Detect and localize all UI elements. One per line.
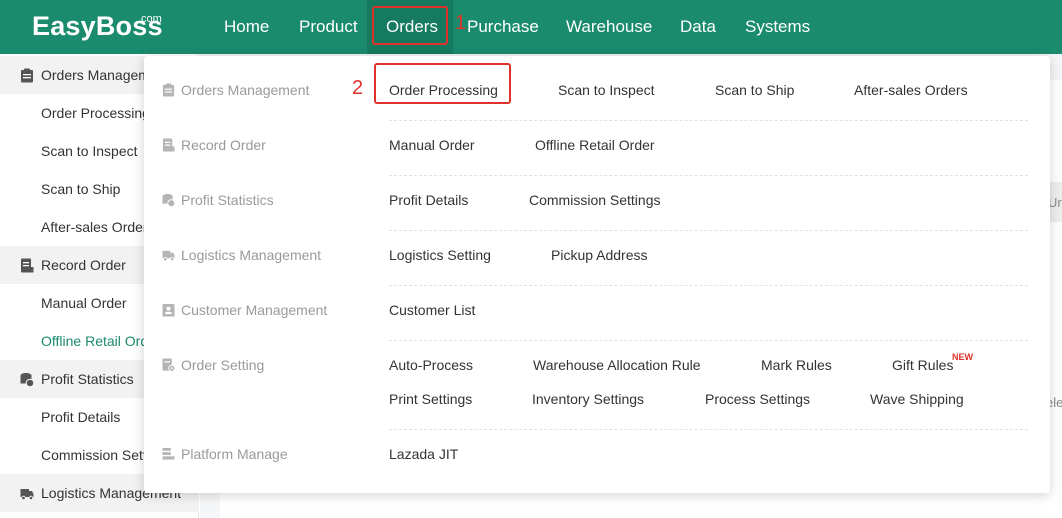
orders-dropdown-menu: Orders Management Record Order Profit St… bbox=[144, 56, 1050, 493]
menu-link-gift-rules[interactable]: Gift Rules bbox=[892, 357, 953, 373]
category-label: Logistics Management bbox=[181, 247, 322, 263]
annotation-step-1: 1 bbox=[455, 12, 467, 34]
menu-divider bbox=[389, 120, 1028, 121]
category-label: Platform Manage bbox=[181, 446, 288, 462]
menu-link-manual-order[interactable]: Manual Order bbox=[389, 137, 475, 153]
new-badge: NEW bbox=[952, 352, 973, 362]
menu-link-scan-to-inspect[interactable]: Scan to Inspect bbox=[558, 82, 655, 98]
menu-link-after-sales-orders[interactable]: After-sales Orders bbox=[854, 82, 968, 98]
menu-link-mark-rules[interactable]: Mark Rules bbox=[761, 357, 832, 373]
category-order-setting: Order Setting bbox=[162, 357, 264, 373]
menu-link-offline-retail-order[interactable]: Offline Retail Order bbox=[535, 137, 655, 153]
category-record-order: Record Order bbox=[162, 137, 266, 153]
menu-link-order-processing[interactable]: Order Processing bbox=[389, 82, 498, 98]
menu-link-warehouse-allocation-rule[interactable]: Warehouse Allocation Rule bbox=[533, 357, 701, 373]
menu-link-logistics-setting[interactable]: Logistics Setting bbox=[389, 247, 491, 263]
truck-icon bbox=[20, 489, 34, 501]
menu-link-wave-shipping[interactable]: Wave Shipping bbox=[870, 391, 964, 407]
category-label: Profit Statistics bbox=[181, 192, 274, 208]
menu-divider bbox=[389, 285, 1028, 286]
category-platform-manage: Platform Manage bbox=[162, 446, 288, 462]
top-navigation-bar: EasyBoss .com Home Product Orders Purcha… bbox=[0, 0, 1062, 54]
logo-suffix: .com bbox=[138, 13, 162, 25]
menu-link-lazada-jit[interactable]: Lazada JIT bbox=[389, 446, 458, 462]
menu-link-commission-settings[interactable]: Commission Settings bbox=[529, 192, 661, 208]
menu-divider bbox=[389, 429, 1028, 430]
document-icon bbox=[162, 138, 175, 152]
category-label: Record Order bbox=[181, 137, 266, 153]
sidebar-group-label: Record Order bbox=[41, 257, 126, 273]
sidebar-item-scan-to-ship[interactable]: Scan to Ship bbox=[41, 181, 120, 197]
category-orders-management: Orders Management bbox=[162, 82, 309, 98]
category-label: Orders Management bbox=[181, 82, 310, 98]
highlight-box-orders bbox=[372, 6, 448, 45]
menu-link-print-settings[interactable]: Print Settings bbox=[389, 391, 472, 407]
menu-divider bbox=[389, 175, 1028, 176]
contact-card-icon bbox=[162, 303, 175, 317]
sidebar-item-profit-details[interactable]: Profit Details bbox=[41, 409, 120, 425]
menu-link-process-settings[interactable]: Process Settings bbox=[705, 391, 810, 407]
nav-systems[interactable]: Systems bbox=[745, 17, 810, 37]
annotation-step-2: 2 bbox=[352, 77, 364, 99]
menu-link-scan-to-ship[interactable]: Scan to Ship bbox=[715, 82, 794, 98]
menu-link-profit-details[interactable]: Profit Details bbox=[389, 192, 468, 208]
document-icon bbox=[21, 258, 34, 273]
clipboard-icon bbox=[162, 83, 175, 97]
menu-divider bbox=[389, 340, 1028, 341]
nav-data[interactable]: Data bbox=[680, 17, 716, 37]
sidebar-item-after-sales-orders[interactable]: After-sales Orders bbox=[41, 219, 155, 235]
stack-icon bbox=[162, 447, 175, 460]
partial-column-header: Ur bbox=[1048, 195, 1062, 210]
settings-doc-icon bbox=[162, 358, 175, 372]
menu-divider bbox=[389, 230, 1028, 231]
coins-icon bbox=[20, 373, 34, 387]
sidebar-item-scan-to-inspect[interactable]: Scan to Inspect bbox=[41, 143, 138, 159]
nav-purchase[interactable]: Purchase bbox=[467, 17, 539, 37]
clipboard-icon bbox=[21, 68, 33, 83]
menu-link-pickup-address[interactable]: Pickup Address bbox=[551, 247, 648, 263]
sidebar-item-offline-retail-order[interactable]: Offline Retail Order bbox=[41, 333, 161, 349]
truck-icon bbox=[162, 250, 175, 262]
menu-link-customer-list[interactable]: Customer List bbox=[389, 302, 475, 318]
coins-icon bbox=[162, 193, 175, 207]
nav-warehouse[interactable]: Warehouse bbox=[566, 17, 652, 37]
sidebar-item-manual-order[interactable]: Manual Order bbox=[41, 295, 127, 311]
menu-link-auto-process[interactable]: Auto-Process bbox=[389, 357, 473, 373]
category-logistics-management: Logistics Management bbox=[162, 247, 321, 263]
nav-home[interactable]: Home bbox=[224, 17, 269, 37]
sidebar-item-order-processing[interactable]: Order Processing bbox=[41, 105, 150, 121]
category-profit-statistics: Profit Statistics bbox=[162, 192, 274, 208]
category-label: Customer Management bbox=[181, 302, 328, 318]
menu-link-inventory-settings[interactable]: Inventory Settings bbox=[532, 391, 644, 407]
nav-product[interactable]: Product bbox=[299, 17, 358, 37]
category-label: Order Setting bbox=[181, 357, 265, 373]
category-customer-management: Customer Management bbox=[162, 302, 327, 318]
sidebar-group-label: Profit Statistics bbox=[41, 371, 134, 387]
